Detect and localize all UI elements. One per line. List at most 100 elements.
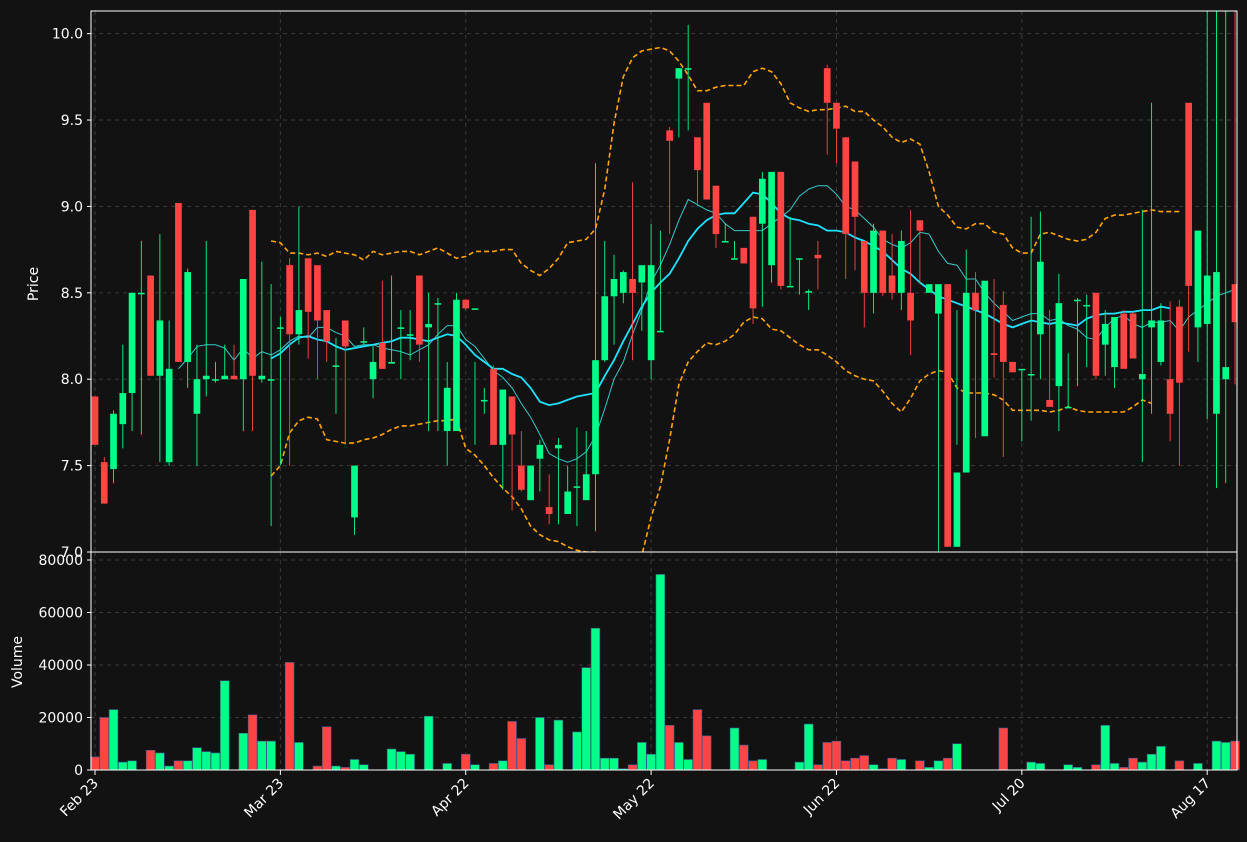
candle-body — [888, 275, 896, 293]
candle-body — [128, 292, 136, 394]
volume-bar — [729, 727, 740, 771]
candle-body — [100, 462, 108, 504]
candle-body — [230, 375, 238, 380]
volume-bar — [998, 727, 1008, 771]
volume-bar — [544, 764, 554, 771]
candle-body — [462, 299, 470, 309]
volume-bar — [572, 731, 582, 771]
volume-bar — [664, 725, 675, 771]
candle-body — [1166, 379, 1174, 414]
candle-body — [582, 474, 590, 501]
volume-bar — [182, 760, 193, 771]
candle-body — [619, 272, 627, 293]
volume-bar — [145, 750, 156, 771]
candle-body — [388, 361, 395, 364]
candle-body — [341, 320, 349, 347]
candle-body — [425, 323, 432, 328]
candle-body — [1064, 406, 1072, 409]
candle-body — [777, 171, 785, 286]
candle-body — [1037, 261, 1044, 335]
candle-body — [740, 247, 748, 264]
candle-body — [833, 102, 840, 129]
candle-body — [601, 296, 609, 361]
volume-bar — [507, 721, 517, 771]
volume-bar — [1146, 753, 1157, 771]
candle-body — [935, 284, 942, 314]
candle-body — [490, 368, 497, 445]
volume-bar — [794, 761, 805, 771]
candle-body — [823, 68, 831, 103]
candle-body — [1185, 102, 1192, 286]
candle-body — [842, 137, 850, 235]
volume-bar — [247, 714, 258, 771]
candle-body — [138, 292, 145, 295]
candle-body — [1213, 272, 1220, 414]
candle-body — [1138, 374, 1146, 380]
volume-bar — [1221, 742, 1231, 771]
volume-bar — [841, 760, 851, 771]
price-tick-label: 10.0 — [52, 27, 83, 43]
price-tick-label: 7.5 — [61, 459, 83, 475]
price-tick-label: 8.5 — [61, 286, 83, 302]
price-tick-label: 9.5 — [61, 113, 83, 129]
volume-bar — [1230, 740, 1240, 771]
candle-body — [416, 275, 423, 345]
volume-bar — [887, 757, 897, 771]
candle-body — [805, 291, 812, 293]
candle-body — [647, 265, 655, 361]
volume-bar — [952, 743, 962, 771]
volume-bar — [609, 757, 619, 771]
candle-body — [731, 258, 738, 260]
volume-bar — [933, 760, 944, 771]
volume-bar — [590, 627, 601, 771]
candle-body — [518, 465, 525, 490]
candle-body — [119, 393, 127, 425]
volume-tick-label: 60000 — [38, 606, 83, 622]
candle-body — [332, 365, 340, 367]
candle-body — [480, 399, 488, 402]
candle-body — [1027, 374, 1035, 376]
volume-bar — [637, 742, 647, 771]
candle-body — [110, 413, 117, 470]
volume-bar — [423, 715, 434, 771]
volume-bar — [1026, 761, 1036, 771]
volume-bar — [442, 763, 452, 771]
volume-bar — [322, 726, 332, 771]
volume-bar — [859, 755, 869, 771]
volume-bar — [396, 751, 406, 771]
candle-body — [1222, 367, 1230, 380]
candle-body — [1083, 304, 1091, 307]
candle-body — [981, 280, 989, 437]
candle-body — [165, 368, 173, 463]
candle-body — [990, 353, 998, 356]
volume-bar — [201, 751, 211, 771]
candle-body — [239, 278, 247, 380]
volume-bar — [99, 717, 109, 771]
candle-body — [1120, 313, 1128, 369]
volume-bar — [488, 763, 499, 771]
candle-body — [555, 444, 562, 449]
volume-tick-label: 0 — [74, 763, 83, 779]
price-axis-label: Price — [26, 267, 42, 301]
chart-background — [0, 0, 1247, 842]
candle-body — [545, 507, 553, 514]
candle-body — [453, 299, 460, 432]
candle-body — [1055, 303, 1063, 387]
volume-bar — [405, 753, 415, 771]
volume-tick-label: 80000 — [38, 553, 83, 569]
volume-bar — [831, 740, 842, 771]
candle-body — [879, 230, 887, 293]
volume-bar — [516, 738, 527, 771]
candle-body — [304, 258, 312, 312]
volume-bar — [1174, 760, 1185, 771]
volume-bar — [164, 765, 174, 771]
candle-body — [277, 327, 284, 329]
candle-body — [295, 310, 303, 335]
candle-body — [527, 465, 534, 501]
volume-bar — [674, 742, 684, 771]
candle-body — [156, 320, 164, 376]
volume-bar — [470, 764, 480, 771]
candle-body — [768, 171, 775, 266]
volume-axis-label: Volume — [10, 636, 26, 688]
candle-body — [592, 360, 599, 475]
